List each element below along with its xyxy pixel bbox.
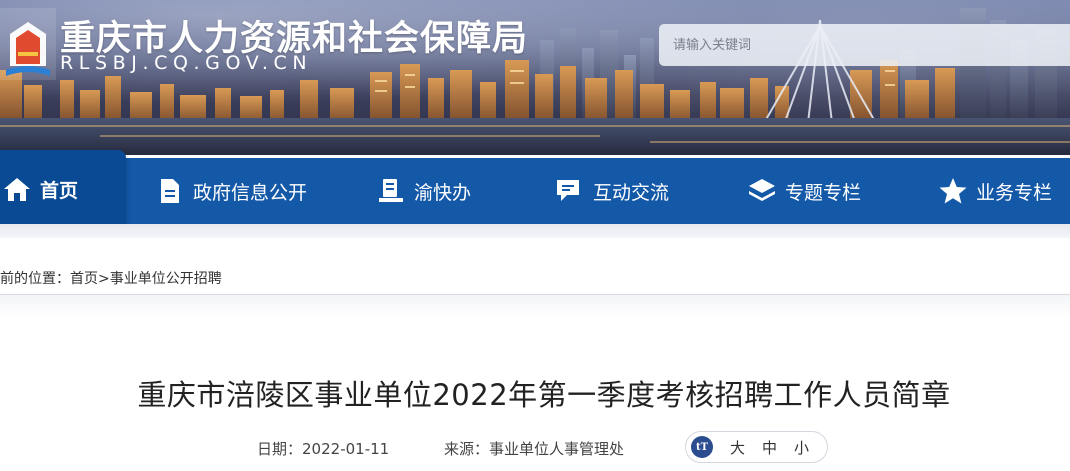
nav-item-business[interactable]: 业务专栏 — [938, 158, 1052, 224]
date-value: 2022-01-11 — [302, 440, 390, 458]
article-title: 重庆市涪陵区事业单位2022年第一季度考核招聘工作人员简章 — [137, 378, 951, 412]
layers-icon — [747, 176, 777, 206]
nav-label-home: 首页 — [40, 179, 79, 202]
source-label: 来源： — [444, 440, 490, 458]
search-input[interactable] — [659, 24, 1070, 66]
date-label: 日期： — [257, 440, 303, 458]
document-icon — [155, 176, 185, 206]
reader-icon — [376, 176, 406, 206]
divider-shadow — [0, 295, 1070, 317]
nav-item-yukuaiban[interactable]: 渝快办 — [376, 158, 471, 224]
nav-shadow — [0, 224, 1070, 238]
breadcrumb-prefix: 前的位置： — [0, 271, 70, 287]
nav-label-gov-info: 政府信息公开 — [193, 181, 308, 204]
source-value: 事业单位人事管理处 — [489, 440, 625, 458]
site-domain: RLSBJ.CQ.GOV.CN — [60, 52, 313, 74]
header-banner: 重庆市人力资源和社会保障局 RLSBJ.CQ.GOV.CN — [0, 0, 1070, 155]
font-size-large-button[interactable]: 大 — [730, 437, 745, 458]
font-size-medium-button[interactable]: 中 — [762, 437, 777, 458]
article-date: 日期：2022-01-11 — [257, 438, 389, 459]
article-source: 来源：事业单位人事管理处 — [444, 438, 624, 459]
chat-icon — [555, 176, 585, 206]
nav-item-interaction[interactable]: 互动交流 — [555, 158, 669, 224]
font-size-icon: tT — [691, 436, 713, 458]
breadcrumb-separator: > — [98, 271, 110, 287]
site-logo[interactable] — [0, 8, 56, 80]
home-icon — [2, 174, 32, 204]
font-size-small-button[interactable]: 小 — [794, 437, 809, 458]
nav-label-yukuaiban: 渝快办 — [414, 181, 472, 204]
breadcrumb-home-link[interactable]: 首页 — [70, 271, 98, 287]
breadcrumb-current-link[interactable]: 事业单位公开招聘 — [110, 271, 222, 287]
breadcrumb: 前的位置：首页>事业单位公开招聘 — [0, 268, 222, 288]
nav-label-interaction: 互动交流 — [593, 181, 670, 204]
nav-label-topics: 专题专栏 — [785, 181, 862, 204]
nav-label-business: 业务专栏 — [976, 181, 1053, 204]
nav-item-topics[interactable]: 专题专栏 — [747, 158, 861, 224]
main-nav: 首页 政府信息公开 渝快办 互动交流 专题专栏 业务专栏 — [0, 150, 1070, 228]
nav-item-home[interactable]: 首页 — [0, 150, 126, 228]
nav-item-gov-info[interactable]: 政府信息公开 — [155, 158, 307, 224]
font-size-control: tT 大 中 小 — [685, 431, 828, 463]
star-icon — [938, 176, 968, 206]
